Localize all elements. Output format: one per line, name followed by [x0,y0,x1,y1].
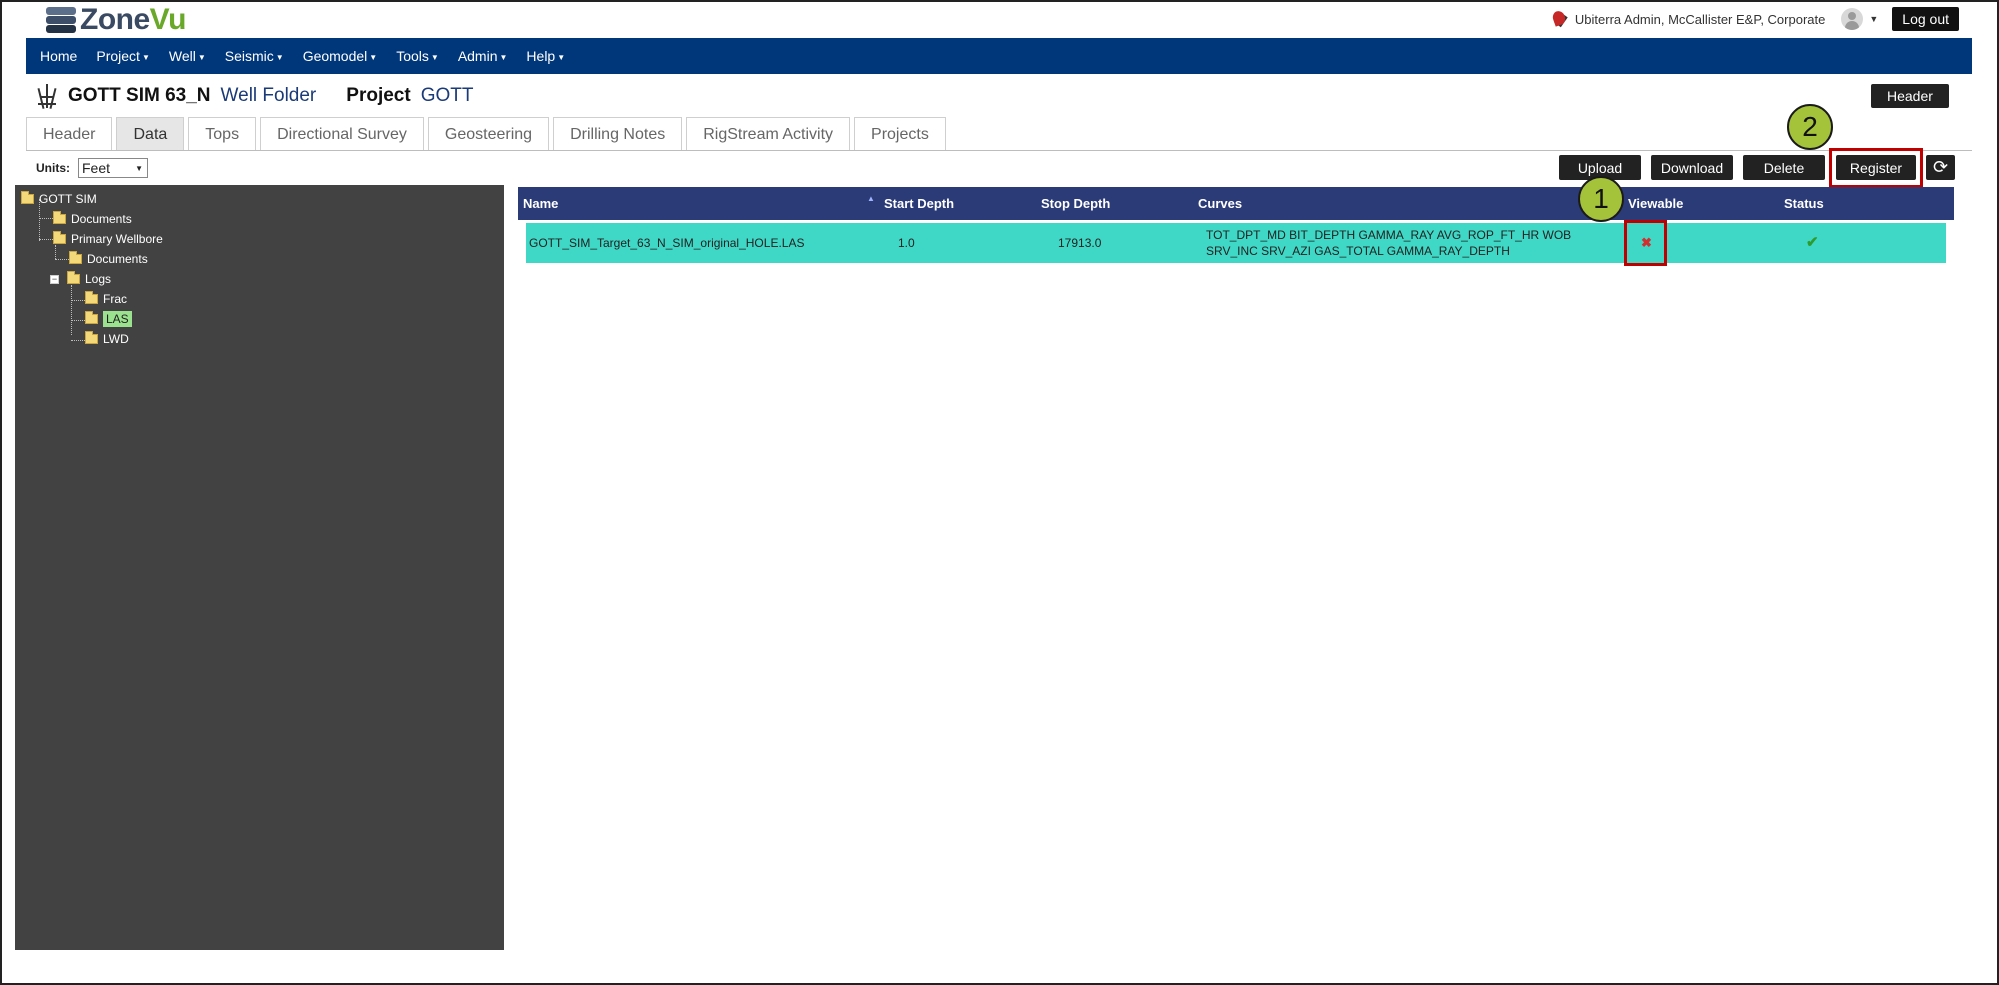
data-table-header: Name ▲ Start Depth Stop Depth Curves Vie… [518,187,1954,220]
tab-directional-survey[interactable]: Directional Survey [260,117,424,151]
drilling-rig-icon [36,84,58,109]
folder-tree-panel: GOTT SIM Documents Primary Wellbore Docu… [15,185,504,950]
table-row[interactable]: GOTT_SIM_Target_63_N_SIM_original_HOLE.L… [526,223,1946,263]
folder-icon [69,251,82,264]
column-header-name[interactable]: Name [523,196,558,211]
tree-node-las[interactable]: LAS [85,311,132,327]
nav-help[interactable]: Help ▼ [526,48,565,64]
caret-down-icon: ▼ [499,52,508,62]
units-control: Units: Feet ▼ [36,158,148,178]
column-header-stop-depth[interactable]: Stop Depth [1041,196,1110,211]
column-header-status[interactable]: Status [1784,196,1824,211]
main-navbar: Home Project ▼ Well ▼ Seismic ▼ Geomodel ▼ T… [26,38,1972,74]
tab-rigstream-activity[interactable]: RigStream Activity [686,117,851,151]
logo-text: ZoneVu [80,3,186,36]
folder-open-icon [67,271,80,284]
units-select[interactable]: Feet ▼ [78,158,148,178]
folder-open-icon [53,231,66,244]
tree-label: Frac [103,292,127,306]
nav-seismic[interactable]: Seismic ▼ [225,48,284,64]
zonevu-logo[interactable]: ZoneVu [44,3,186,36]
tree-label: Documents [87,252,148,266]
tree-node-primary-wellbore[interactable]: Primary Wellbore [53,231,163,247]
column-header-viewable[interactable]: Viewable [1628,196,1683,211]
header-button[interactable]: Header [1871,84,1949,108]
folder-icon [85,311,98,324]
caret-down-icon: ▼ [141,52,150,62]
logout-button[interactable]: Log out [1892,7,1959,31]
avatar[interactable] [1841,8,1864,30]
tab-tops[interactable]: Tops [188,117,257,151]
nav-tools[interactable]: Tools ▼ [396,48,439,64]
tree-node-documents[interactable]: Documents [53,211,132,227]
collapse-icon[interactable]: − [50,274,59,284]
cell-start-depth: 1.0 [898,236,915,250]
tab-geosteering[interactable]: Geosteering [427,117,550,151]
tab-drilling-notes[interactable]: Drilling Notes [553,117,683,151]
tab-divider [26,150,1972,151]
user-menu-caret-icon[interactable]: ▼ [1869,14,1878,24]
column-header-curves[interactable]: Curves [1198,196,1242,211]
folder-icon [85,331,98,344]
project-name-link[interactable]: GOTT [421,85,474,107]
download-button[interactable]: Download [1651,155,1733,180]
tab-data[interactable]: Data [116,117,185,151]
caret-down-icon: ▼ [557,52,566,62]
refresh-icon[interactable]: ⟳ [1926,155,1955,180]
cell-curves-line2: SRV_INC SRV_AZI GAS_TOTAL GAMMA_RAY_DEPT… [1206,244,1510,258]
cell-stop-depth: 17913.0 [1058,236,1102,250]
user-name: Ubiterra Admin, McCallister E&P, Corpora… [1574,11,1826,27]
tree-label-selected: LAS [103,311,132,327]
sort-ascending-icon[interactable]: ▲ [867,194,875,203]
caret-down-icon: ▼ [275,52,284,62]
tab-header[interactable]: Header [26,117,113,151]
tree-node-frac[interactable]: Frac [85,291,127,307]
nav-project[interactable]: Project ▼ [96,48,150,64]
tree-label: LWD [103,332,129,346]
delete-button[interactable]: Delete [1743,155,1825,180]
caret-down-icon: ▼ [369,52,378,62]
callout-2: 2 [1787,104,1833,150]
chevron-down-icon: ▼ [135,163,143,173]
register-highlight-box [1829,148,1923,188]
tree-node-lwd[interactable]: LWD [85,331,129,347]
folder-open-icon [21,191,34,204]
cell-curves-line1: TOT_DPT_MD BIT_DEPTH GAMMA_RAY AVG_ROP_F… [1206,228,1572,242]
tab-projects[interactable]: Projects [854,117,946,151]
tree-node-wellbore-documents[interactable]: Documents [69,251,148,267]
project-label: Project [346,85,411,106]
nav-well[interactable]: Well ▼ [169,48,206,64]
page-title-row: GOTT SIM 63_N Well Folder Project GOTT [36,84,474,109]
user-area: Ubiterra Admin, McCallister E&P, Corpora… [1550,7,1959,31]
units-label: Units: [36,161,70,175]
well-folder-link[interactable]: Well Folder [221,85,317,107]
column-header-start-depth[interactable]: Start Depth [884,196,954,211]
nav-home[interactable]: Home [40,48,77,64]
nav-geomodel[interactable]: Geomodel ▼ [303,48,378,64]
tab-bar: Header Data Tops Directional Survey Geos… [26,117,950,151]
folder-icon [53,211,66,224]
caret-down-icon: ▼ [197,52,206,62]
tree-node-logs[interactable]: − Logs [50,271,111,287]
well-name: GOTT SIM 63_N [68,85,211,106]
tree-label: Documents [71,212,132,226]
folder-icon [85,291,98,304]
nav-admin[interactable]: Admin ▼ [458,48,508,64]
tree-label: GOTT SIM [39,192,97,206]
caret-down-icon: ▼ [430,52,439,62]
status-check-icon: ✔ [1806,234,1819,251]
cell-name: GOTT_SIM_Target_63_N_SIM_original_HOLE.L… [529,236,805,250]
company-marker-icon [1550,9,1569,28]
tree-label: Logs [85,272,112,286]
callout-1: 1 [1578,176,1624,222]
logo-cube-icon [44,5,78,35]
viewable-highlight-box [1624,220,1667,266]
tree-node-gott-sim[interactable]: GOTT SIM [21,191,97,207]
units-selected-value: Feet [82,160,111,176]
tree-label: Primary Wellbore [71,232,163,246]
